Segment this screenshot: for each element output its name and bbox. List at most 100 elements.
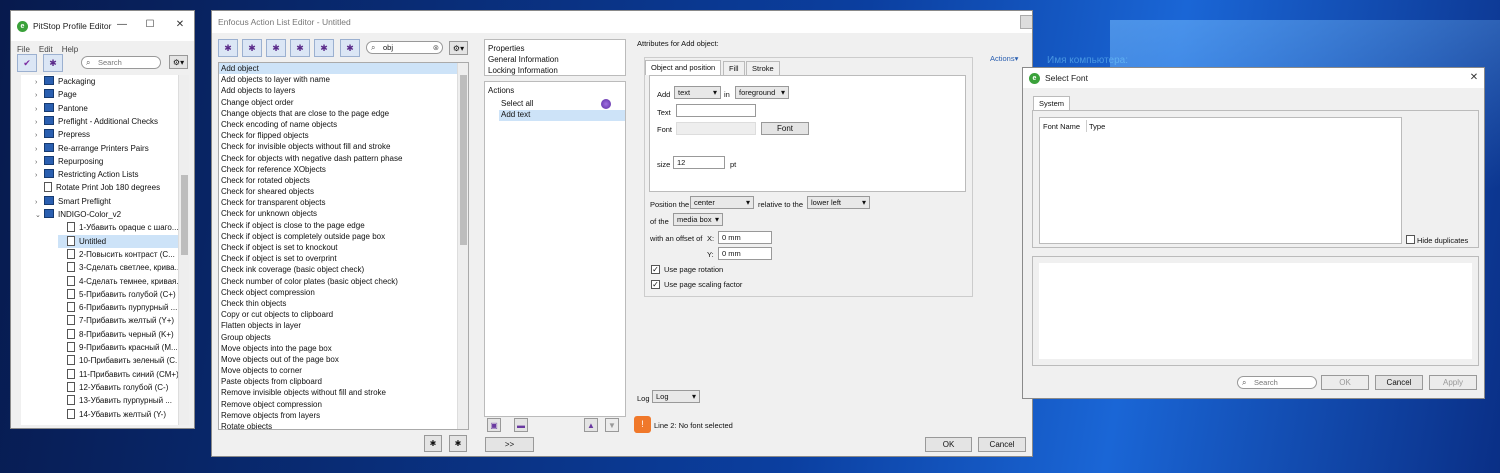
expand-arrow-icon[interactable]: ›	[35, 169, 44, 182]
tree-item[interactable]: 4-Сделать темнее, кривая...	[58, 275, 183, 288]
action-catalog-item[interactable]: Check ink coverage (basic object check)	[219, 264, 468, 275]
font-apply-button[interactable]: Apply	[1429, 375, 1477, 390]
action-catalog-item[interactable]: Check if object is set to overprint	[219, 253, 468, 264]
gear-filter-icon[interactable]: ✱	[218, 39, 238, 57]
list-action-add-text[interactable]: Add text	[499, 110, 625, 121]
font-ok-button[interactable]: OK	[1321, 375, 1369, 390]
action-catalog-item[interactable]: Change object order	[219, 97, 468, 108]
action-catalog-item[interactable]: Add object	[219, 63, 468, 75]
menu-help[interactable]: Help	[62, 45, 78, 54]
action-catalog-item[interactable]: Paste objects from clipboard	[219, 376, 468, 387]
tree-item[interactable]: 5-Прибавить голубой (C+)	[58, 288, 176, 301]
action-catalog-item[interactable]: Check for transparent objects	[219, 197, 468, 208]
action-catalog-item[interactable]: Check if object is close to the page edg…	[219, 220, 468, 231]
close-icon[interactable]: ✕	[169, 19, 191, 30]
expand-arrow-icon[interactable]: ›	[35, 116, 44, 129]
tree-item[interactable]: 2-Повысить контраст (C...	[58, 248, 175, 261]
move-to-list-button[interactable]: >>	[485, 437, 534, 452]
list-action-select-all[interactable]: Select all	[501, 99, 625, 110]
gear-settings-icon[interactable]: ✱	[340, 39, 360, 57]
action-catalog-item[interactable]: Move objects into the page box	[219, 343, 468, 354]
tree-item[interactable]: › Pantone	[35, 102, 88, 115]
add-type-select[interactable]: text	[674, 86, 721, 99]
font-cancel-button[interactable]: Cancel	[1375, 375, 1423, 390]
font-list[interactable]: Font Name Type	[1039, 117, 1402, 244]
gear-icon[interactable]: ✱	[43, 54, 63, 72]
tree-scrollbar-thumb[interactable]	[181, 175, 188, 255]
expand-arrow-icon[interactable]: ›	[35, 156, 44, 169]
cancel-button[interactable]: Cancel	[978, 437, 1026, 452]
expand-arrow-icon[interactable]: ›	[35, 76, 44, 89]
tree-item[interactable]: 14-Убавить желтый (Y-)	[58, 408, 166, 421]
action-catalog-item[interactable]: Check for invisible objects without fill…	[219, 141, 468, 152]
hide-duplicates-checkbox[interactable]	[1406, 235, 1415, 244]
action-catalog-item[interactable]: Copy or cut objects to clipboard	[219, 309, 468, 320]
expand-arrow-icon[interactable]: ›	[35, 196, 44, 209]
size-input[interactable]: 12	[673, 156, 725, 169]
tree-item[interactable]: 3-Сделать светлее, крива...	[58, 261, 181, 274]
info-general[interactable]: General Information	[488, 54, 622, 65]
action-catalog-item[interactable]: Add objects to layers	[219, 85, 468, 96]
move-up-icon[interactable]: ▲	[584, 418, 598, 432]
action-catalog-scrollbar-thumb[interactable]	[460, 75, 467, 245]
tree-item[interactable]: 11-Прибавить синий (CM+)	[58, 368, 179, 381]
remove-step-icon[interactable]: ▬	[514, 418, 528, 432]
tree-item[interactable]: 1-Убавить opaque с шаго...	[58, 221, 179, 234]
ok-button[interactable]: OK	[925, 437, 972, 452]
log-select[interactable]: Log	[652, 390, 700, 403]
options-gear-icon[interactable]: ⚙▾	[169, 55, 188, 69]
maximize-icon[interactable]	[1020, 15, 1032, 29]
action-catalog-item[interactable]: Flatten objects in layer	[219, 320, 468, 331]
actions-link[interactable]: Actions▾	[990, 54, 1018, 63]
action-catalog-item[interactable]: Check for flipped objects	[219, 130, 468, 141]
menu-file[interactable]: File	[17, 45, 30, 54]
expand-arrow-icon[interactable]: ›	[35, 103, 44, 116]
expand-arrow-icon[interactable]: ›	[35, 143, 44, 156]
tree-item[interactable]: › Smart Preflight	[35, 195, 111, 208]
profile-editor-titlebar[interactable]: e PitStop Profile Editor — ☐ ✕	[11, 11, 194, 41]
info-locking[interactable]: Locking Information	[488, 65, 622, 76]
use-scaling-checkbox[interactable]: ✓	[651, 280, 660, 289]
profile-search-input[interactable]: ⌕ Search	[81, 56, 161, 69]
action-catalog-item[interactable]: Check for sheared objects	[219, 186, 468, 197]
expand-arrow-icon[interactable]: ›	[35, 129, 44, 142]
action-catalog-item[interactable]: Check for unknown objects	[219, 208, 468, 219]
action-catalog-item[interactable]: Remove invisible objects without fill an…	[219, 387, 468, 398]
action-catalog-item[interactable]: Move objects to corner	[219, 365, 468, 376]
action-catalog-item[interactable]: Add objects to layer with name	[219, 74, 468, 85]
clear-search-icon[interactable]: ⊗	[433, 42, 439, 53]
text-input[interactable]	[676, 104, 756, 117]
tree-item[interactable]: 13-Убавить пурпурный ...	[58, 394, 172, 407]
action-catalog-item[interactable]: Rotate objects	[219, 421, 468, 429]
action-catalog-item[interactable]: Group objects	[219, 332, 468, 343]
tree-item[interactable]: › Re-arrange Printers Pairs	[35, 142, 149, 155]
font-search-input[interactable]: ⌕ Search	[1237, 376, 1317, 389]
close-icon[interactable]: ✕	[1463, 72, 1484, 83]
menu-edit[interactable]: Edit	[39, 45, 53, 54]
expand-arrow-icon[interactable]: ›	[35, 89, 44, 102]
action-catalog-scrollbar[interactable]	[457, 63, 468, 429]
tree-item[interactable]: 6-Прибавить пурпурный ...	[58, 301, 177, 314]
offset-y-input[interactable]: 0 mm	[718, 247, 772, 260]
tree-item[interactable]: ⌄ INDIGO-Color_v2	[35, 208, 121, 221]
select-font-titlebar[interactable]: e Select Font ✕	[1023, 68, 1484, 88]
maximize-icon[interactable]: ☐	[139, 19, 161, 30]
tab-system[interactable]: System	[1033, 96, 1071, 111]
tab-object-position[interactable]: Object and position	[645, 60, 722, 75]
action-catalog-item[interactable]: Check for rotated objects	[219, 175, 468, 186]
position-select[interactable]: center	[690, 196, 754, 209]
col-type[interactable]: Type	[1089, 122, 1105, 131]
font-button[interactable]: Font	[761, 122, 809, 135]
action-catalog-item[interactable]: Check encoding of name objects	[219, 119, 468, 130]
page-box-select[interactable]: media box	[673, 213, 723, 226]
gear-action-icon[interactable]: ✱	[449, 435, 467, 452]
offset-x-input[interactable]: 0 mm	[718, 231, 772, 244]
gear-lock-icon[interactable]: ✱	[314, 39, 334, 57]
action-catalog-item[interactable]: Check object compression	[219, 287, 468, 298]
gear-star-icon[interactable]: ✱	[290, 39, 310, 57]
tree-item[interactable]: › Packaging	[35, 75, 95, 88]
tree-item[interactable]: › Page	[35, 88, 77, 101]
action-catalog-item[interactable]: Check number of color plates (basic obje…	[219, 276, 468, 287]
layer-select[interactable]: foreground	[735, 86, 789, 99]
use-rotation-checkbox[interactable]: ✓	[651, 265, 660, 274]
